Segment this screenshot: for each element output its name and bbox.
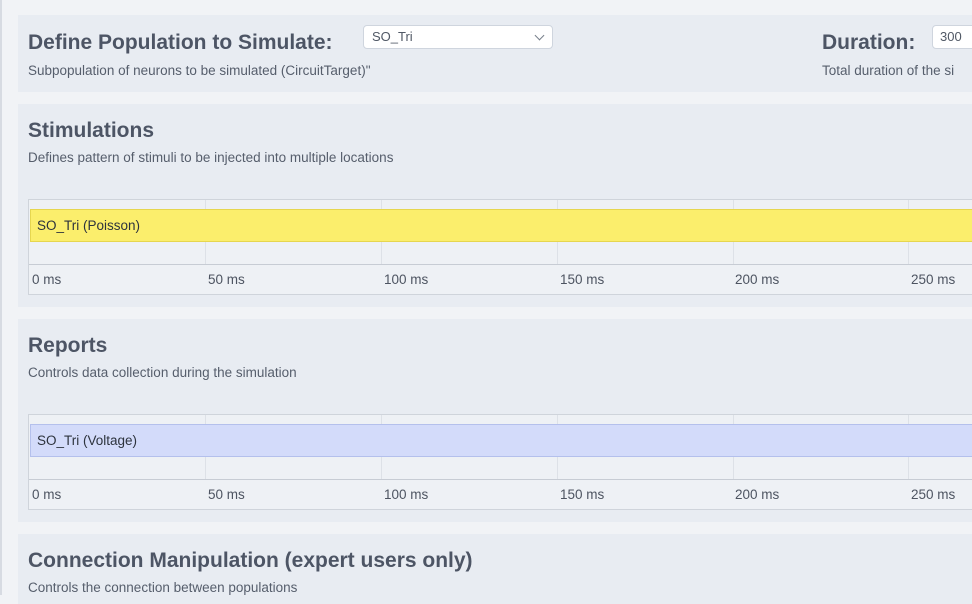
stimulations-description: Defines pattern of stimuli to be injecte… [28,150,394,165]
population-select-value: SO_Tri [372,29,413,44]
duration-input-value: 300 [940,29,962,44]
stimulations-title: Stimulations [28,119,155,142]
stimulation-bar-so-tri-poisson[interactable]: SO_Tri (Poisson) [30,209,972,242]
timeline-tick: 0 ms [32,272,62,287]
left-border [0,0,2,595]
duration-description: Total duration of the si [822,63,955,78]
timeline-tick: 150 ms [560,272,605,287]
timeline-axis [29,479,972,480]
reports-timeline: SO_Tri (Voltage) 0 ms 50 ms 100 ms 150 m… [28,414,972,510]
connection-panel: Connection Manipulation (expert users on… [18,534,972,604]
population-select[interactable]: SO_Tri [363,25,553,49]
duration-input[interactable]: 300 [932,25,972,49]
timeline-tick: 100 ms [384,487,429,502]
population-panel: Define Population to Simulate: SO_Tri Su… [18,15,972,92]
timeline-tick: 250 ms [911,487,956,502]
population-title: Define Population to Simulate: [28,31,333,54]
timeline-tick: 50 ms [208,272,245,287]
reports-description: Controls data collection during the simu… [28,365,297,380]
connection-title: Connection Manipulation (expert users on… [28,549,473,572]
connection-description: Controls the connection between populati… [28,580,298,595]
report-bar-so-tri-voltage[interactable]: SO_Tri (Voltage) [30,424,972,457]
reports-panel: Reports Controls data collection during … [18,319,972,522]
chevron-down-icon [534,30,545,41]
timeline-tick: 250 ms [911,272,956,287]
stimulations-panel: Stimulations Defines pattern of stimuli … [18,104,972,307]
timeline-tick: 150 ms [560,487,605,502]
timeline-tick: 100 ms [384,272,429,287]
population-description: Subpopulation of neurons to be simulated… [28,63,371,78]
timeline-tick: 50 ms [208,487,245,502]
timeline-tick: 0 ms [32,487,62,502]
timeline-axis [29,264,972,265]
timeline-tick: 200 ms [735,487,780,502]
reports-title: Reports [28,334,108,357]
stimulations-timeline: SO_Tri (Poisson) 0 ms 50 ms 100 ms 150 m… [28,199,972,295]
duration-title: Duration: [822,31,916,54]
timeline-tick: 200 ms [735,272,780,287]
